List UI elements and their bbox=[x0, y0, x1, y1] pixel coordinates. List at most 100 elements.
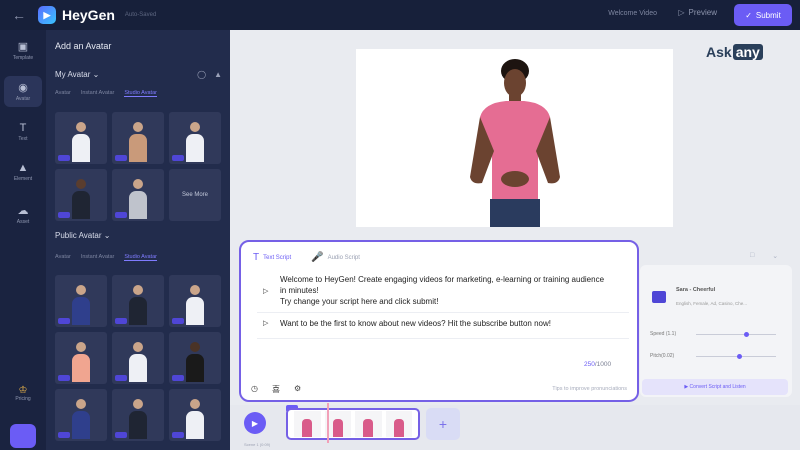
clip-frame bbox=[294, 411, 321, 437]
play-line-icon[interactable]: ▷ bbox=[263, 286, 268, 297]
avatar-thumbnail[interactable] bbox=[112, 169, 164, 221]
avatar-thumbnail[interactable] bbox=[112, 112, 164, 164]
editor-toolbar: ◷ 喜 ⚙ bbox=[251, 384, 301, 395]
avatar-thumbnail[interactable] bbox=[55, 112, 107, 164]
voice-flag-icon bbox=[652, 291, 666, 303]
text-icon: T bbox=[19, 122, 27, 134]
pitch-knob[interactable] bbox=[736, 354, 742, 359]
nav-label: Template bbox=[12, 55, 34, 61]
avatar-thumbnail[interactable] bbox=[55, 389, 107, 441]
paragraph-divider bbox=[257, 312, 629, 313]
avatar-thumbnail[interactable] bbox=[112, 275, 164, 327]
preview-label: Preview bbox=[688, 8, 717, 17]
trash-icon[interactable]: □ bbox=[750, 252, 754, 260]
avatar-thumbnail[interactable] bbox=[169, 275, 221, 327]
person-icon[interactable]: ▲ bbox=[214, 70, 222, 79]
tab-studio-avatar[interactable]: Studio Avatar bbox=[124, 254, 157, 261]
nav-item-avatar[interactable]: ◉ Avatar bbox=[4, 76, 42, 107]
script-editor: T Text Script 🎤 Audio Script ▷ Welcome to … bbox=[239, 240, 639, 402]
tab-avatar[interactable]: Avatar bbox=[55, 254, 71, 260]
avatar-thumbnail[interactable] bbox=[169, 332, 221, 384]
pronunciation-tips-link[interactable]: Tips to improve pronunciations bbox=[552, 386, 627, 392]
speed-slider[interactable]: Speed (1.1) bbox=[650, 331, 780, 339]
nav-item-element[interactable]: ▲ Element bbox=[0, 162, 46, 182]
avatar-thumbnail[interactable] bbox=[169, 389, 221, 441]
script-paragraph[interactable]: ▷ Welcome to HeyGen! Create engaging vid… bbox=[263, 274, 625, 307]
watermark-ask: Ask bbox=[706, 44, 732, 60]
clip-frame bbox=[355, 411, 382, 437]
scene-clip[interactable] bbox=[286, 408, 420, 440]
public-avatar-tabs: Avatar Instant Avatar Studio Avatar bbox=[55, 250, 227, 264]
avatar-thumbnail[interactable] bbox=[112, 332, 164, 384]
submit-button[interactable]: ✓ Submit bbox=[734, 4, 792, 26]
tab-audio-script[interactable]: 🎤 Audio Script bbox=[311, 252, 360, 263]
nav-label: Asset bbox=[16, 219, 30, 225]
tab-avatar[interactable]: Avatar bbox=[55, 90, 71, 96]
script-paragraph[interactable]: ▷ Want to be the first to know about new… bbox=[263, 318, 625, 329]
nav-item-pricing[interactable]: ♔ Pricing bbox=[0, 385, 46, 402]
avatar-gallery: Add an Avatar My Avatar ⌄ ◯ ▲ Avatar Inst… bbox=[46, 30, 230, 450]
clip-frame bbox=[385, 411, 412, 437]
public-avatar-heading[interactable]: Public Avatar ⌄ bbox=[55, 231, 110, 240]
speed-track[interactable] bbox=[696, 334, 776, 335]
collapse-icon[interactable]: ⌄ bbox=[772, 252, 778, 260]
my-avatar-actions: ◯ ▲ bbox=[197, 70, 222, 79]
timeline-play-button[interactable]: ▶ bbox=[244, 412, 266, 434]
heygen-logo-icon: ▶ bbox=[38, 6, 56, 24]
add-scene-button[interactable]: + bbox=[426, 408, 460, 440]
nav-item-asset[interactable]: ☁ Asset bbox=[0, 204, 46, 225]
my-avatar-heading[interactable]: My Avatar ⌄ bbox=[55, 70, 99, 79]
user-avatar[interactable] bbox=[10, 424, 36, 448]
avatar-thumbnail[interactable] bbox=[55, 275, 107, 327]
public-avatar-label: Public Avatar bbox=[55, 231, 102, 240]
avatar-thumbnail[interactable] bbox=[112, 389, 164, 441]
shield-icon[interactable]: ◯ bbox=[197, 70, 206, 79]
submit-label: Submit bbox=[755, 10, 781, 20]
nav-item-template[interactable]: ▣ Template bbox=[0, 40, 46, 61]
pitch-slider[interactable]: Pitch(0.02) bbox=[650, 353, 780, 361]
avatar-thumbnail[interactable] bbox=[55, 169, 107, 221]
video-title[interactable]: Welcome Video bbox=[608, 10, 657, 17]
play-line-icon[interactable]: ▷ bbox=[263, 318, 268, 329]
convert-script-button[interactable]: ▶ Convert Script and Listen bbox=[642, 379, 788, 395]
avatar-thumbnail[interactable] bbox=[169, 112, 221, 164]
pricing-label: Pricing bbox=[15, 396, 31, 402]
brand-name: HeyGen bbox=[62, 7, 115, 23]
plus-icon: + bbox=[438, 416, 448, 432]
clock-icon[interactable]: ◷ bbox=[251, 384, 258, 395]
voice-name: Sara - Cheerful bbox=[676, 287, 716, 293]
asset-icon: ☁ bbox=[17, 205, 29, 217]
char-count-max: /1000 bbox=[594, 361, 612, 368]
microphone-icon: 🎤 bbox=[311, 252, 324, 263]
crown-icon: ♔ bbox=[18, 385, 28, 396]
tab-text-script[interactable]: T Text Script bbox=[253, 252, 291, 263]
char-count-current: 250 bbox=[584, 361, 595, 368]
see-more-label: See More bbox=[181, 192, 208, 198]
chevron-down-icon: ⌄ bbox=[103, 231, 111, 240]
voice-selector[interactable]: Sara - Cheerful English, Female, Ad, Cas… bbox=[644, 279, 788, 319]
text-t-icon: T bbox=[253, 252, 260, 263]
my-avatar-grid: See More bbox=[55, 112, 221, 221]
preview-button[interactable]: ▷ Preview bbox=[678, 8, 717, 17]
template-icon: ▣ bbox=[17, 41, 29, 53]
public-avatar-grid bbox=[55, 275, 221, 441]
avatar-thumbnail[interactable] bbox=[55, 332, 107, 384]
see-more-button[interactable]: See More bbox=[169, 169, 221, 221]
playhead-marker[interactable] bbox=[327, 403, 329, 443]
nav-label: Element bbox=[13, 176, 33, 182]
element-icon: ▲ bbox=[17, 162, 29, 174]
nav-item-text[interactable]: T Text bbox=[0, 122, 46, 142]
speed-knob[interactable] bbox=[744, 332, 749, 337]
tab-text-label: Text Script bbox=[263, 254, 292, 261]
scene-duration-label: Scene 1 (0:09) bbox=[244, 442, 271, 447]
tab-instant-avatar[interactable]: Instant Avatar bbox=[81, 254, 115, 260]
back-arrow-icon[interactable]: ← bbox=[0, 7, 38, 23]
settings-icon[interactable]: ⚙ bbox=[294, 384, 301, 395]
script-line: in minutes! bbox=[280, 286, 319, 295]
play-outline-icon: ▷ bbox=[678, 8, 685, 17]
translate-icon[interactable]: 喜 bbox=[272, 384, 280, 395]
script-tabs: T Text Script 🎤 Audio Script bbox=[253, 252, 360, 263]
tab-instant-avatar[interactable]: Instant Avatar bbox=[81, 90, 115, 96]
check-icon: ✓ bbox=[745, 10, 752, 20]
tab-studio-avatar[interactable]: Studio Avatar bbox=[124, 90, 157, 97]
